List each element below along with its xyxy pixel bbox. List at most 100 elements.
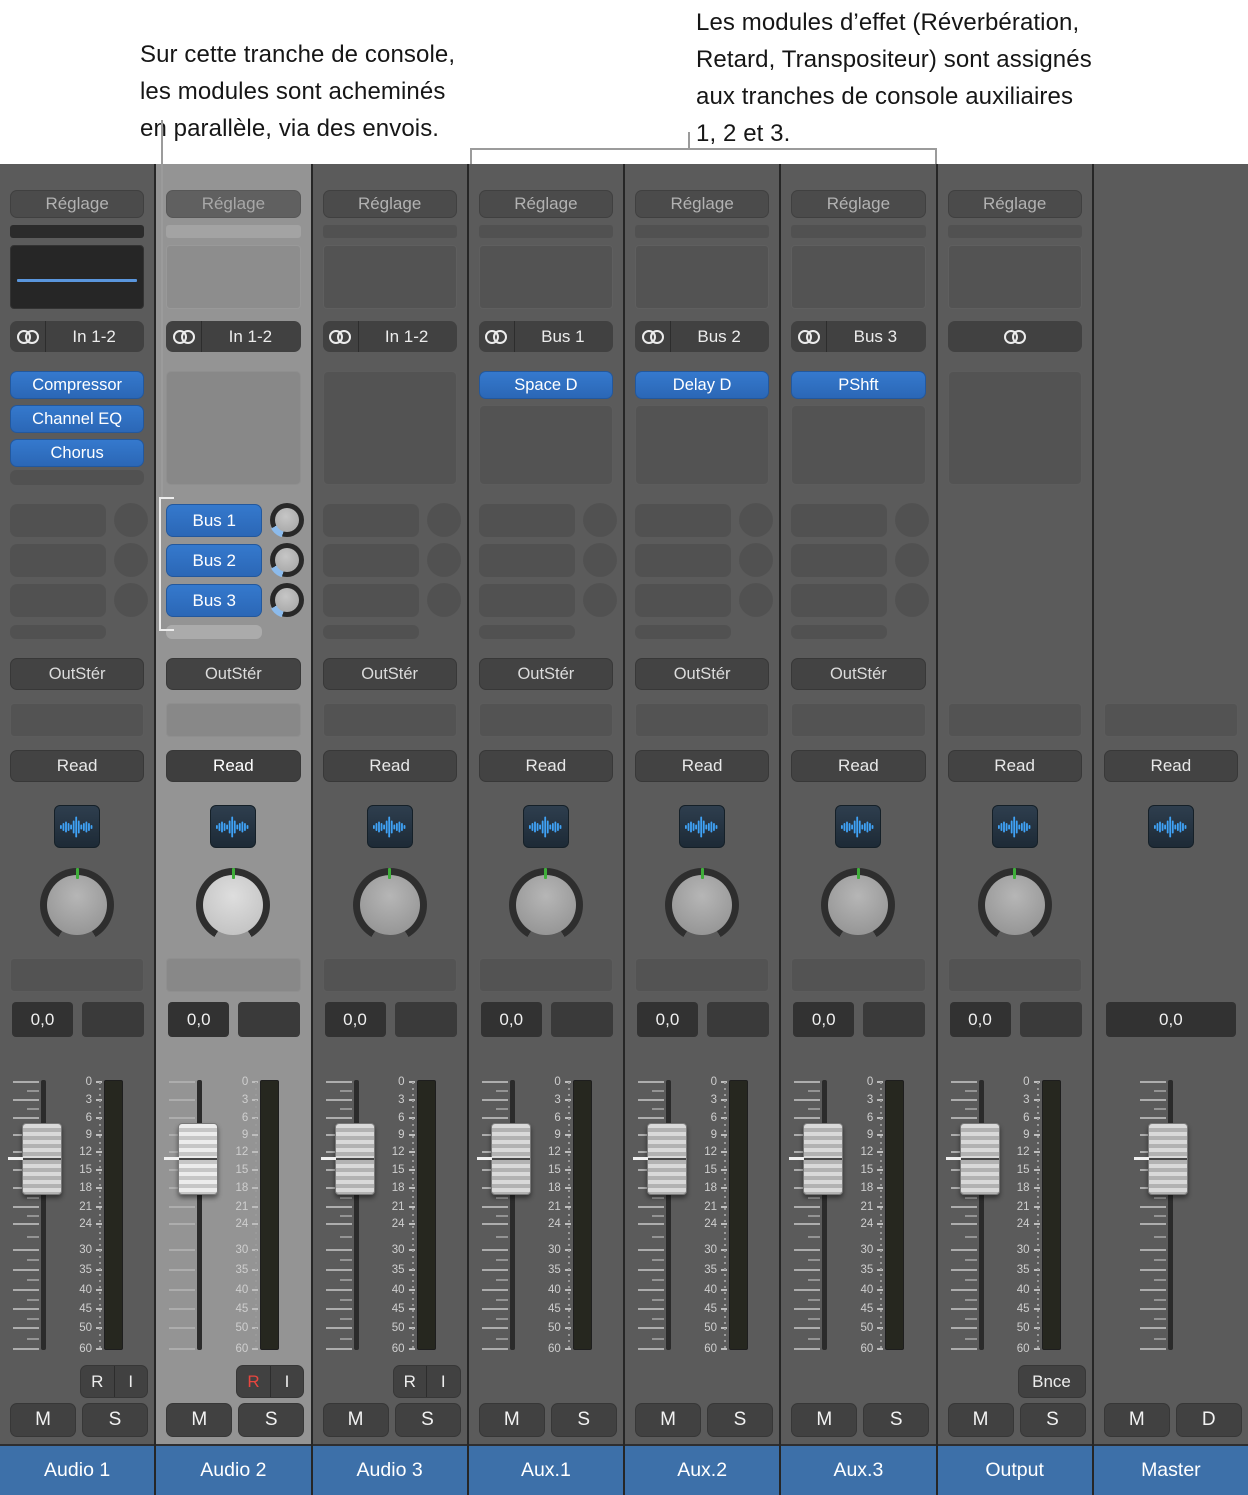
plugin-slot-chorus[interactable]: Chorus: [10, 439, 144, 467]
dim-button[interactable]: D: [1176, 1403, 1242, 1437]
solo-button[interactable]: S: [551, 1403, 617, 1437]
volume-fader[interactable]: 03691215182124303540455060: [0, 1075, 154, 1355]
empty-send-slot[interactable]: [10, 584, 106, 617]
fader-cap[interactable]: [491, 1123, 531, 1195]
volume-fader[interactable]: 03691215182124303540455060: [938, 1075, 1092, 1355]
channel-name[interactable]: Aux.3: [781, 1444, 935, 1495]
empty-send-slot[interactable]: [791, 584, 887, 617]
input-selector[interactable]: In 1-2: [10, 321, 144, 352]
empty-plugin-slot[interactable]: [10, 470, 144, 485]
channel-name[interactable]: Audio 3: [313, 1444, 467, 1495]
output-routing-button[interactable]: OutStér: [791, 658, 925, 690]
plugin-slot-space-d[interactable]: Space D: [479, 371, 613, 399]
volume-display[interactable]: 0,0: [481, 1002, 542, 1037]
fader-cap[interactable]: [1148, 1123, 1188, 1195]
peak-display[interactable]: [238, 1002, 300, 1037]
mute-button[interactable]: M: [948, 1403, 1014, 1437]
channel-settings-button[interactable]: Réglage: [791, 190, 925, 218]
freeze-waveform-icon[interactable]: [367, 805, 413, 848]
input-selector[interactable]: Bus 3: [791, 321, 925, 352]
mute-button[interactable]: M: [10, 1403, 76, 1437]
automation-mode-button[interactable]: Read: [166, 750, 300, 782]
input-selector[interactable]: In 1-2: [323, 321, 457, 352]
mute-button[interactable]: M: [635, 1403, 701, 1437]
volume-display[interactable]: 0,0: [1106, 1002, 1236, 1037]
freeze-waveform-icon[interactable]: [54, 805, 100, 848]
freeze-waveform-icon[interactable]: [1148, 805, 1194, 848]
peak-display[interactable]: [395, 1002, 457, 1037]
automation-mode-button[interactable]: Read: [791, 750, 925, 782]
empty-send-slot[interactable]: [10, 504, 106, 537]
volume-display[interactable]: 0,0: [793, 1002, 854, 1037]
empty-send-slot[interactable]: [323, 584, 419, 617]
channel-settings-button[interactable]: Réglage: [479, 190, 613, 218]
channel-name[interactable]: Audio 1: [0, 1444, 154, 1495]
channel-name[interactable]: Output: [938, 1444, 1092, 1495]
volume-fader[interactable]: 03691215182124303540455060: [781, 1075, 935, 1355]
output-routing-button[interactable]: OutStér: [323, 658, 457, 690]
input-selector[interactable]: Bus 1: [479, 321, 613, 352]
send-level-knob[interactable]: [270, 583, 304, 617]
freeze-waveform-icon[interactable]: [835, 805, 881, 848]
solo-button[interactable]: S: [82, 1403, 148, 1437]
pan-knob[interactable]: [509, 868, 583, 942]
eq-thumbnail[interactable]: [948, 245, 1082, 309]
volume-display[interactable]: 0,0: [12, 1002, 73, 1037]
eq-thumbnail[interactable]: [479, 245, 613, 309]
channel-name[interactable]: Master: [1094, 1444, 1248, 1495]
output-routing-button[interactable]: OutStér: [479, 658, 613, 690]
volume-fader[interactable]: [1094, 1075, 1248, 1355]
channel-settings-button[interactable]: Réglage: [635, 190, 769, 218]
volume-display[interactable]: 0,0: [168, 1002, 229, 1037]
peak-display[interactable]: [82, 1002, 144, 1037]
empty-send-slot[interactable]: [323, 544, 419, 577]
fader-cap[interactable]: [178, 1123, 218, 1195]
pan-knob[interactable]: [821, 868, 895, 942]
input-monitor-button[interactable]: I: [114, 1366, 148, 1397]
pan-knob[interactable]: [40, 868, 114, 942]
record-enable-button[interactable]: R: [237, 1366, 270, 1397]
fader-cap[interactable]: [22, 1123, 62, 1195]
volume-display[interactable]: 0,0: [637, 1002, 698, 1037]
fader-cap[interactable]: [803, 1123, 843, 1195]
channel-name[interactable]: Aux.2: [625, 1444, 779, 1495]
output-routing-button[interactable]: OutStér: [635, 658, 769, 690]
channel-settings-button[interactable]: Réglage: [323, 190, 457, 218]
input-selector[interactable]: Bus 2: [635, 321, 769, 352]
eq-thumbnail[interactable]: [635, 245, 769, 309]
peak-display[interactable]: [707, 1002, 769, 1037]
peak-display[interactable]: [551, 1002, 613, 1037]
bounce-button[interactable]: Bnce: [1018, 1365, 1086, 1398]
eq-thumbnail[interactable]: [166, 245, 300, 309]
automation-mode-button[interactable]: Read: [479, 750, 613, 782]
solo-button[interactable]: S: [1020, 1403, 1086, 1437]
input-monitor-button[interactable]: I: [270, 1366, 304, 1397]
mute-button[interactable]: M: [479, 1403, 545, 1437]
eq-thumbnail[interactable]: [791, 245, 925, 309]
record-enable-button[interactable]: R: [81, 1366, 114, 1397]
plugin-slot-channel-eq[interactable]: Channel EQ: [10, 405, 144, 433]
empty-send-slot[interactable]: [10, 544, 106, 577]
input-selector[interactable]: In 1-2: [166, 321, 300, 352]
send-slot-bus-1[interactable]: Bus 1: [166, 504, 262, 537]
pan-knob[interactable]: [665, 868, 739, 942]
automation-mode-button[interactable]: Read: [1104, 750, 1238, 782]
channel-settings-button[interactable]: Réglage: [10, 190, 144, 218]
peak-display[interactable]: [1020, 1002, 1082, 1037]
solo-button[interactable]: S: [707, 1403, 773, 1437]
channel-name[interactable]: Aux.1: [469, 1444, 623, 1495]
pan-knob[interactable]: [978, 868, 1052, 942]
send-slot-bus-3[interactable]: Bus 3: [166, 584, 262, 617]
volume-fader[interactable]: 03691215182124303540455060: [313, 1075, 467, 1355]
send-level-knob[interactable]: [270, 503, 304, 537]
empty-send-slot[interactable]: [323, 504, 419, 537]
empty-send-slot[interactable]: [635, 584, 731, 617]
solo-button[interactable]: S: [395, 1403, 461, 1437]
fader-cap[interactable]: [335, 1123, 375, 1195]
empty-send-slot[interactable]: [791, 504, 887, 537]
automation-mode-button[interactable]: Read: [635, 750, 769, 782]
empty-send-slot[interactable]: [791, 544, 887, 577]
freeze-waveform-icon[interactable]: [992, 805, 1038, 848]
empty-send-slot[interactable]: [479, 544, 575, 577]
output-routing-button[interactable]: OutStér: [166, 658, 300, 690]
